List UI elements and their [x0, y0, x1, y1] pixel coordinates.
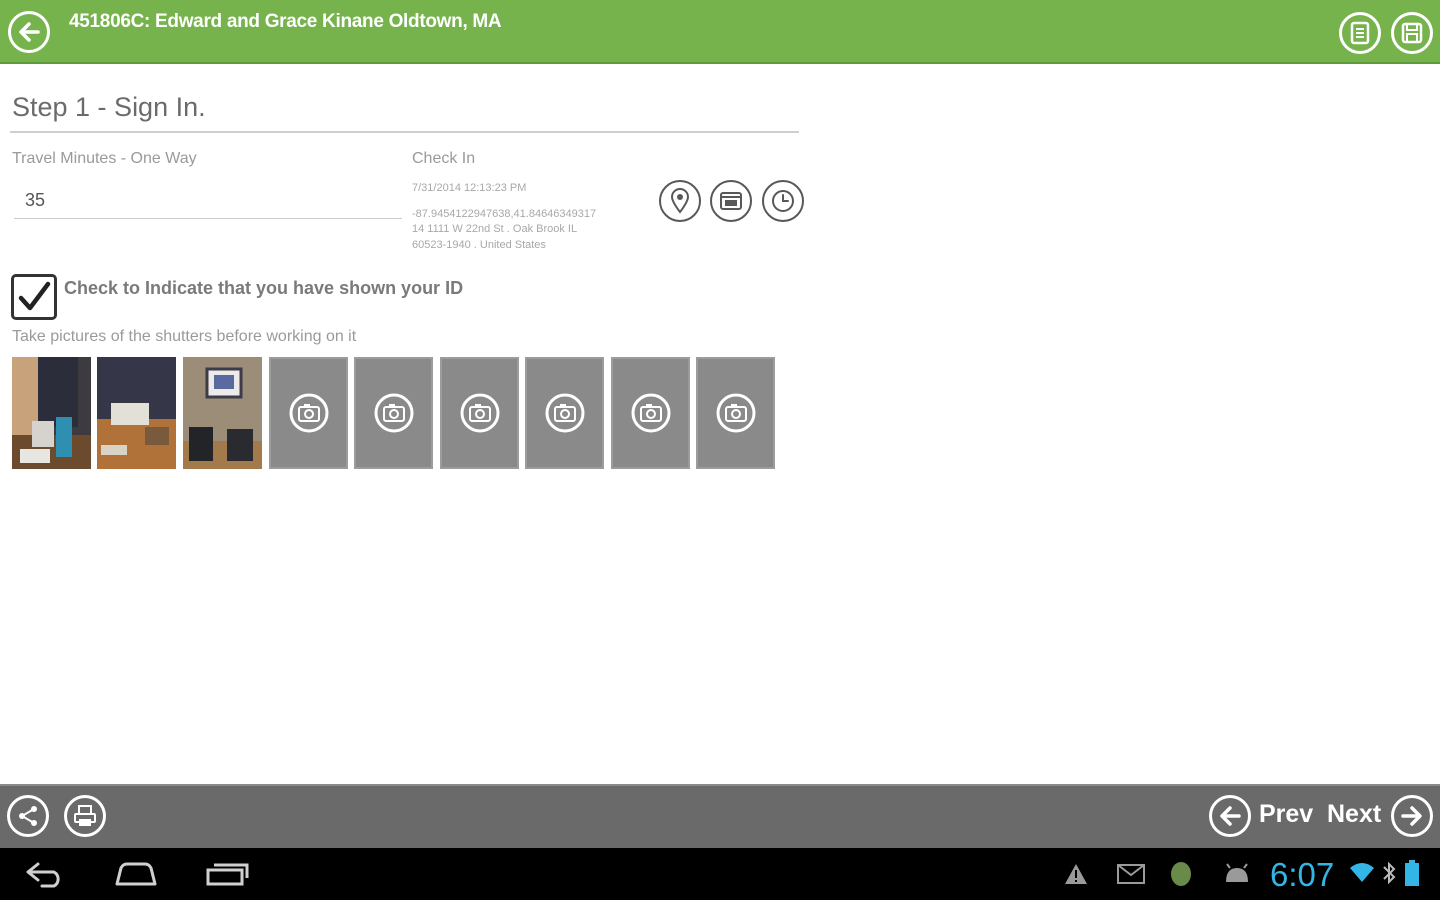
camera-icon: [460, 393, 499, 433]
android-debug-icon: [1171, 862, 1191, 886]
time-button[interactable]: [762, 180, 804, 222]
share-icon: [19, 806, 37, 826]
photo-thumbnail-1[interactable]: [12, 357, 91, 469]
add-photo-slot-5[interactable]: [354, 357, 433, 469]
print-icon: [74, 805, 96, 826]
bottom-action-bar: [0, 784, 1440, 848]
wifi-icon: [1350, 863, 1374, 882]
prev-button[interactable]: [1209, 795, 1251, 837]
system-navigation-bar: 6:07: [0, 848, 1440, 900]
add-photo-slot-6[interactable]: [440, 357, 519, 469]
back-button[interactable]: [8, 11, 50, 53]
mail-icon: [1117, 864, 1145, 884]
show-id-label[interactable]: Check to Indicate that you have shown yo…: [64, 278, 463, 299]
clock-icon: [772, 190, 794, 212]
bluetooth-icon: [1383, 861, 1396, 885]
photos-instruction: Take pictures of the shutters before wor…: [12, 328, 357, 345]
checkmark-icon: [18, 281, 51, 311]
share-button[interactable]: [7, 795, 49, 837]
page-title: 451806C: Edward and Grace Kinane Oldtown…: [69, 11, 502, 32]
location-pin-icon: [670, 188, 690, 214]
save-icon: [1401, 22, 1423, 44]
back-arrow-icon: [19, 22, 40, 42]
camera-icon: [545, 393, 584, 433]
notes-button[interactable]: [1339, 12, 1381, 54]
system-back-icon[interactable]: [24, 860, 66, 888]
add-photo-slot-9[interactable]: [696, 357, 775, 469]
id-card-button[interactable]: [710, 180, 752, 222]
travel-minutes-input[interactable]: [14, 183, 402, 219]
show-id-checkbox[interactable]: [11, 274, 57, 320]
photo-image: [97, 357, 176, 469]
add-photo-slot-7[interactable]: [525, 357, 604, 469]
next-arrow-icon: [1401, 806, 1422, 826]
check-in-address-line1: 14 1111 W 22nd St . Oak Brook IL: [412, 223, 578, 235]
system-clock: 6:07: [1270, 856, 1335, 893]
camera-icon: [289, 393, 328, 433]
add-photo-slot-4[interactable]: [269, 357, 348, 469]
print-button[interactable]: [64, 795, 106, 837]
system-home-icon[interactable]: [113, 860, 159, 888]
photo-thumbnail-3[interactable]: [183, 357, 262, 469]
camera-icon: [374, 393, 413, 433]
next-label[interactable]: Next: [1327, 800, 1381, 829]
camera-icon: [631, 393, 670, 433]
system-recents-icon[interactable]: [204, 860, 250, 888]
app-header: 451806C: Edward and Grace Kinane Oldtown…: [0, 0, 1440, 64]
android-icon: [1226, 863, 1248, 882]
prev-arrow-icon: [1220, 806, 1241, 826]
save-button[interactable]: [1391, 12, 1433, 54]
photo-thumbnail-2[interactable]: [97, 357, 176, 469]
document-icon: [1350, 21, 1370, 45]
check-in-label: Check In: [412, 150, 476, 167]
battery-icon: [1405, 860, 1419, 886]
photo-image: [183, 357, 262, 469]
check-in-coordinates: -87.9454122947638,41.84646349317: [412, 208, 597, 220]
travel-minutes-label: Travel Minutes - One Way: [12, 150, 197, 167]
add-photo-slot-8[interactable]: [611, 357, 690, 469]
camera-icon: [716, 393, 755, 433]
check-in-address-line2: 60523-1940 . United States: [412, 239, 546, 251]
next-button[interactable]: [1391, 795, 1433, 837]
step-divider: [10, 131, 799, 133]
step-title: Step 1 - Sign In.: [12, 92, 206, 122]
photo-image: [12, 357, 91, 469]
id-card-icon: [720, 192, 742, 210]
warning-icon: [1065, 864, 1087, 884]
location-button[interactable]: [659, 180, 701, 222]
check-in-timestamp: 7/31/2014 12:13:23 PM: [412, 182, 527, 194]
prev-label[interactable]: Prev: [1259, 800, 1313, 829]
